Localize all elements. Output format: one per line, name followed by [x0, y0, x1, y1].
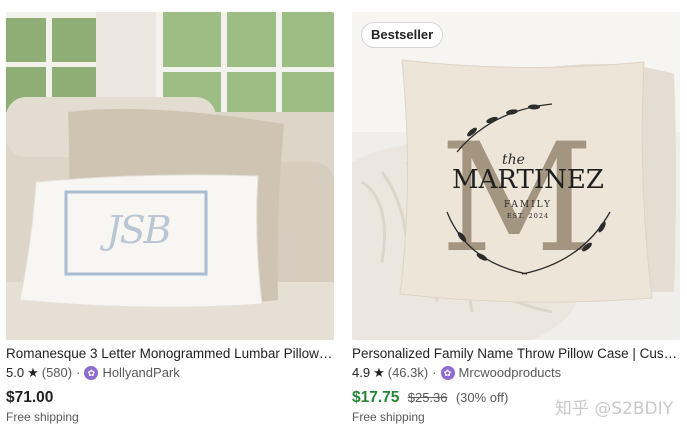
review-count: (46.3k) — [387, 365, 429, 380]
listing-title[interactable]: Personalized Family Name Throw Pillow Ca… — [352, 346, 680, 362]
listing-card-1[interactable]: JSB Romanesque 3 Letter Monogrammed Lumb… — [6, 12, 334, 424]
separator-dot: · — [76, 365, 81, 380]
review-count: (580) — [41, 365, 73, 380]
star-seller-icon: ✿ — [440, 366, 455, 380]
price: $71.00 — [6, 389, 54, 406]
price-row: $71.00 — [6, 389, 334, 407]
shop-name[interactable]: HollyandPark — [102, 365, 179, 381]
separator-dot: · — [432, 365, 437, 380]
listing-rating-row: 4.9 ★ (46.3k) · ✿ Mrcwoodproducts — [352, 365, 680, 381]
shipping-label: Free shipping — [6, 410, 79, 424]
listing-image-2[interactable]: M the MARTINEZ FAMILY EST. 2024 Bestsell… — [352, 12, 680, 340]
star-icon: ★ — [27, 365, 39, 380]
original-price: $25.36 — [407, 390, 448, 405]
listing-card-2[interactable]: M the MARTINEZ FAMILY EST. 2024 Bestsell… — [352, 12, 680, 424]
svg-text:M: M — [440, 112, 594, 286]
shop-name[interactable]: Mrcwoodproducts — [459, 365, 562, 381]
rating-value: 4.9 — [352, 365, 371, 380]
monogram-text: JSB — [106, 208, 171, 252]
pillow-photo-1 — [6, 12, 334, 340]
listing-image-1[interactable]: JSB — [6, 12, 334, 340]
star-icon: ★ — [373, 365, 385, 380]
sale-price: $17.75 — [352, 389, 400, 406]
star-seller-icon: ✿ — [84, 366, 99, 380]
listing-title[interactable]: Romanesque 3 Letter Monogrammed Lumbar P… — [6, 346, 334, 362]
pillow-text-est: EST. 2024 — [506, 212, 550, 220]
rating-value: 5.0 — [6, 365, 25, 380]
bestseller-badge: Bestseller — [361, 22, 444, 48]
listing-rating-row: 5.0 ★ (580) · ✿ HollyandPark — [6, 365, 334, 381]
pillow-text-family: FAMILY — [503, 200, 553, 210]
discount-label: (30% off) — [455, 390, 509, 405]
pillow-text-name: MARTINEZ — [452, 165, 604, 195]
watermark: 知乎 @S2BDIY — [554, 399, 673, 419]
